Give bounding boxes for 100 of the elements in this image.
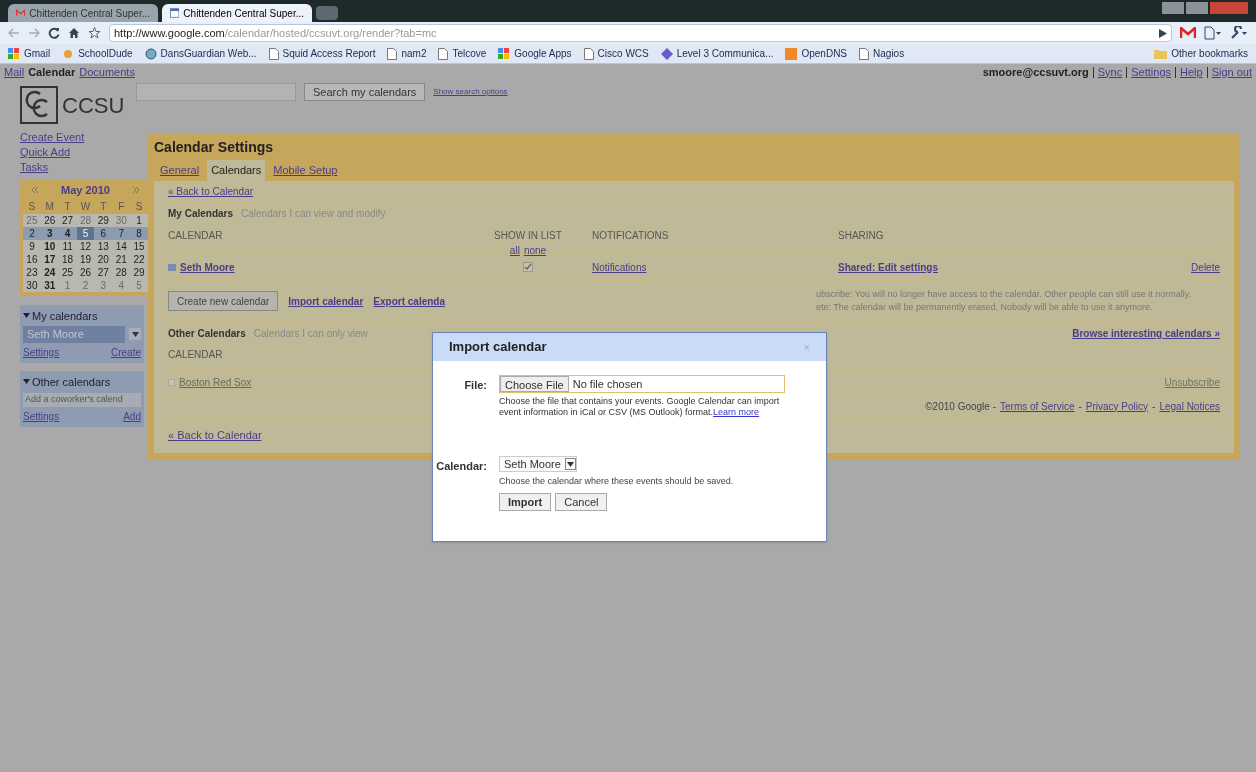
day-cell[interactable]: 27 (58, 213, 77, 227)
bookmark[interactable]: Google Apps (498, 46, 572, 61)
bookmark[interactable]: nam2 (387, 46, 427, 61)
home-icon[interactable] (68, 27, 80, 39)
day-cell[interactable]: 6 (94, 226, 113, 240)
day-cell[interactable]: 31 (40, 278, 59, 292)
day-cell[interactable]: 22 (130, 252, 148, 266)
export-calendar-link[interactable]: Export calenda (373, 293, 445, 309)
section-toggle[interactable]: My calendars (32, 307, 98, 324)
day-cell[interactable]: 16 (23, 252, 41, 266)
envelope-icon[interactable] (1180, 27, 1196, 39)
wrench-icon[interactable] (1230, 26, 1248, 40)
back-link[interactable]: « Back to Calendar (168, 427, 262, 444)
footer-link[interactable]: Legal Notices (1159, 398, 1220, 414)
coworker-input[interactable]: Add a coworker's calend (23, 393, 141, 407)
other-bookmarks[interactable]: Other bookmarks (1154, 46, 1248, 61)
delete-link[interactable]: Delete (1191, 259, 1220, 275)
app-link[interactable]: Mail (4, 63, 25, 81)
section-toggle[interactable]: Other calendars (32, 373, 111, 390)
settings-tab[interactable]: General (156, 160, 204, 181)
footer-link[interactable]: Privacy Policy (1085, 398, 1149, 414)
day-cell[interactable]: 9 (23, 239, 41, 253)
panel-link[interactable]: Settings (23, 408, 60, 424)
page-menu-icon[interactable] (1204, 26, 1222, 40)
calendar-checkbox[interactable] (168, 378, 175, 386)
day-cell[interactable]: 27 (94, 265, 113, 279)
account-link[interactable]: Settings (1126, 66, 1171, 78)
day-cell[interactable]: 23 (23, 265, 41, 279)
bookmark[interactable]: Squid Access Report (268, 46, 376, 61)
show-link[interactable]: none (523, 242, 547, 258)
calendar-select[interactable]: Seth Moore (499, 456, 577, 472)
panel-link[interactable]: Add (123, 408, 141, 424)
day-cell[interactable]: 28 (112, 265, 131, 279)
show-checkbox[interactable] (523, 262, 533, 272)
dropdown-icon[interactable] (566, 461, 574, 467)
day-cell[interactable]: 4 (58, 226, 77, 240)
panel-link[interactable]: Settings (23, 344, 60, 360)
bookmark[interactable]: Level 3 Communica... (660, 46, 774, 61)
sidebar-link[interactable]: Create Event (20, 130, 85, 145)
triangle-icon[interactable] (23, 378, 30, 386)
day-cell[interactable]: 29 (130, 265, 148, 279)
day-cell[interactable]: 11 (58, 239, 77, 253)
day-cell[interactable]: 10 (40, 239, 59, 253)
bookmark[interactable]: Cisco WCS (583, 46, 649, 61)
day-cell[interactable]: 25 (58, 265, 77, 279)
browser-tab[interactable]: Chittenden Central Super... (162, 4, 312, 22)
calendar-name-link[interactable]: Seth Moore (180, 259, 235, 275)
triangle-icon[interactable] (23, 312, 30, 320)
day-cell[interactable]: 3 (40, 226, 59, 240)
bookmark[interactable]: Nagios (859, 46, 905, 61)
day-cell[interactable]: 7 (112, 226, 131, 240)
sidebar-link[interactable]: Quick Add (20, 145, 71, 160)
dialog-button[interactable]: Cancel (555, 492, 608, 511)
day-cell[interactable]: 17 (40, 252, 59, 266)
import-calendar-link[interactable]: Import calendar (288, 293, 364, 309)
account-link[interactable]: Sync (1092, 66, 1123, 78)
day-cell[interactable]: 18 (58, 252, 77, 266)
day-cell[interactable]: 30 (23, 278, 41, 292)
settings-tab[interactable]: Calendars (207, 160, 266, 181)
learn-more-link[interactable]: Learn more (713, 407, 760, 417)
day-cell[interactable]: 26 (40, 213, 59, 227)
day-cell[interactable]: 12 (76, 239, 95, 253)
search-button[interactable]: Search my calendars (304, 83, 426, 101)
day-cell[interactable]: 29 (94, 213, 113, 227)
dropdown-icon[interactable] (131, 331, 139, 337)
choose-file-button[interactable]: Choose File (500, 376, 569, 392)
day-cell[interactable]: 2 (23, 226, 41, 240)
day-cell[interactable]: 8 (130, 226, 148, 240)
day-cell[interactable]: 15 (130, 239, 148, 253)
star-icon[interactable] (88, 27, 101, 39)
sharing-link[interactable]: Shared: Edit settings (838, 259, 938, 275)
browse-link[interactable]: Browse interesting calendars » (1072, 326, 1220, 341)
day-cell[interactable]: 13 (94, 239, 113, 253)
back-link[interactable]: « Back to Calendar (168, 183, 254, 199)
show-link[interactable]: all (509, 242, 520, 258)
panel-link[interactable]: Create (111, 344, 141, 360)
create-calendar-button[interactable]: Create new calendar (168, 291, 279, 311)
day-cell[interactable]: 19 (76, 252, 95, 266)
bookmark[interactable]: SchoolDude (62, 46, 133, 61)
day-cell[interactable]: 14 (112, 239, 131, 253)
bookmark[interactable]: Gmail (8, 46, 51, 61)
search-field[interactable] (136, 83, 296, 101)
sidebar-link[interactable]: Tasks (20, 160, 49, 175)
bookmark[interactable]: DansGuardian Web... (144, 46, 257, 61)
day-cell[interactable]: 1 (130, 213, 148, 227)
footer-link[interactable]: Terms of Service (1000, 398, 1075, 414)
day-cell[interactable]: 26 (76, 265, 95, 279)
settings-tab[interactable]: Mobile Setup (269, 160, 342, 181)
search-options-link[interactable]: Show search options (433, 86, 508, 98)
dialog-button[interactable]: Import (499, 492, 552, 511)
bookmark[interactable]: Telcove (438, 46, 487, 61)
day-cell[interactable]: 5 (76, 226, 95, 240)
app-link[interactable]: Documents (79, 63, 135, 81)
address-field[interactable]: http://www.google.com/calendar/hosted/ccsuvt.org/render?tab=mc (109, 24, 1172, 42)
day-cell[interactable]: 24 (40, 265, 59, 279)
file-input[interactable]: Choose File No file chosen (499, 375, 785, 393)
reload-icon[interactable] (48, 27, 60, 39)
app-link[interactable]: Calendar (28, 63, 76, 81)
play-icon[interactable] (1159, 28, 1167, 38)
dropdown-button[interactable] (129, 328, 141, 341)
